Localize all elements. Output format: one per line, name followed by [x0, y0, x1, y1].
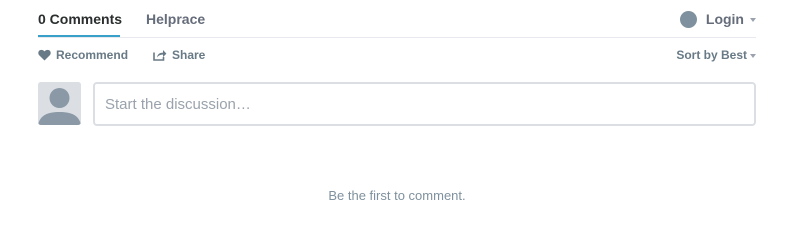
default-avatar-icon [38, 82, 81, 125]
caret-down-icon [750, 54, 756, 58]
sort-label: Sort by Best [676, 48, 747, 62]
share-icon [153, 50, 167, 61]
empty-state-message: Be the first to comment. [328, 188, 466, 203]
comment-input[interactable]: Start the discussion… [93, 82, 756, 126]
user-avatar-icon [679, 10, 697, 28]
action-bar: Recommend Share Sort by Best [38, 38, 756, 72]
active-tab-indicator [38, 35, 120, 37]
recommend-label: Recommend [56, 48, 129, 62]
tab-comments[interactable]: 0 Comments [38, 11, 122, 27]
comments-widget: 0 Comments Helprace Login Recommend Shar… [38, 0, 756, 203]
share-button[interactable]: Share [153, 48, 205, 62]
login-menu[interactable]: Login [679, 9, 756, 29]
share-label: Share [172, 48, 206, 62]
login-label: Login [705, 11, 744, 27]
comment-input-placeholder: Start the discussion… [105, 95, 251, 113]
caret-down-icon [750, 18, 756, 22]
tab-community[interactable]: Helprace [146, 11, 205, 27]
recommend-button[interactable]: Recommend [38, 48, 128, 62]
comment-composer: Start the discussion… [38, 82, 756, 126]
heart-icon [38, 49, 51, 61]
top-nav: 0 Comments Helprace Login [38, 0, 756, 38]
avatar [38, 82, 81, 125]
sort-dropdown[interactable]: Sort by Best [676, 48, 756, 62]
